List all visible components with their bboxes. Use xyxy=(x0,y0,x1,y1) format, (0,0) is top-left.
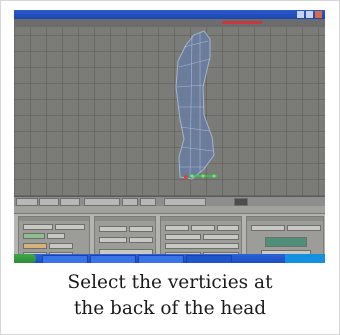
mode-dropdown[interactable] xyxy=(84,198,120,206)
taskbar-item-1[interactable] xyxy=(42,255,88,263)
split-button[interactable] xyxy=(203,234,239,240)
caption-line-1: Select the verticies at xyxy=(67,272,273,293)
pivot-button[interactable] xyxy=(140,198,156,206)
remove-button[interactable] xyxy=(49,243,73,249)
head-mesh[interactable] xyxy=(175,30,215,180)
view-menu-button[interactable] xyxy=(16,198,38,206)
system-tray xyxy=(285,254,325,263)
layer-buttons[interactable] xyxy=(164,198,206,206)
autosmooth-button[interactable] xyxy=(99,226,127,232)
3d-viewport[interactable] xyxy=(14,27,325,196)
image-card: Select the verticies at the back of the … xyxy=(0,0,340,335)
window-titlebar xyxy=(14,10,325,19)
me-field[interactable] xyxy=(23,224,53,230)
caption-line-2: the back of the head xyxy=(73,298,267,319)
ob-field[interactable] xyxy=(55,224,85,230)
image-caption: Select the verticies at the back of the … xyxy=(1,263,339,334)
centre-button[interactable] xyxy=(251,225,285,231)
select-menu-button[interactable] xyxy=(39,198,59,206)
taskbar-item-4[interactable] xyxy=(186,255,232,263)
taskbar-item-3[interactable] xyxy=(138,255,184,263)
draw-type-button[interactable] xyxy=(122,198,138,206)
subdivide-button[interactable] xyxy=(191,225,215,231)
fractal-button[interactable] xyxy=(217,225,239,231)
vertex-group-button[interactable] xyxy=(23,233,45,239)
close-button[interactable] xyxy=(315,11,322,18)
blender-screenshot xyxy=(14,10,325,263)
new-button[interactable] xyxy=(47,233,65,239)
start-button[interactable] xyxy=(14,254,36,263)
render-button[interactable] xyxy=(234,198,248,206)
mesh-menu-button[interactable] xyxy=(60,198,80,206)
draw-faces-button[interactable] xyxy=(265,237,307,247)
beauty-button[interactable] xyxy=(165,225,189,231)
smooth-button[interactable] xyxy=(165,234,201,240)
viewport-canvas xyxy=(175,30,217,180)
taskbar-item-2[interactable] xyxy=(90,255,136,263)
menu-highlight xyxy=(222,21,262,24)
windows-taskbar xyxy=(14,254,325,263)
minimize-button[interactable] xyxy=(297,11,304,18)
extrude-button[interactable] xyxy=(165,243,239,249)
assign-button[interactable] xyxy=(23,243,47,249)
maximize-button[interactable] xyxy=(306,11,313,18)
hide-button[interactable] xyxy=(287,225,321,231)
uv-button[interactable] xyxy=(129,237,153,243)
buttons-header xyxy=(14,206,325,214)
sticky-button[interactable] xyxy=(99,237,127,243)
degr-field[interactable] xyxy=(129,226,153,232)
